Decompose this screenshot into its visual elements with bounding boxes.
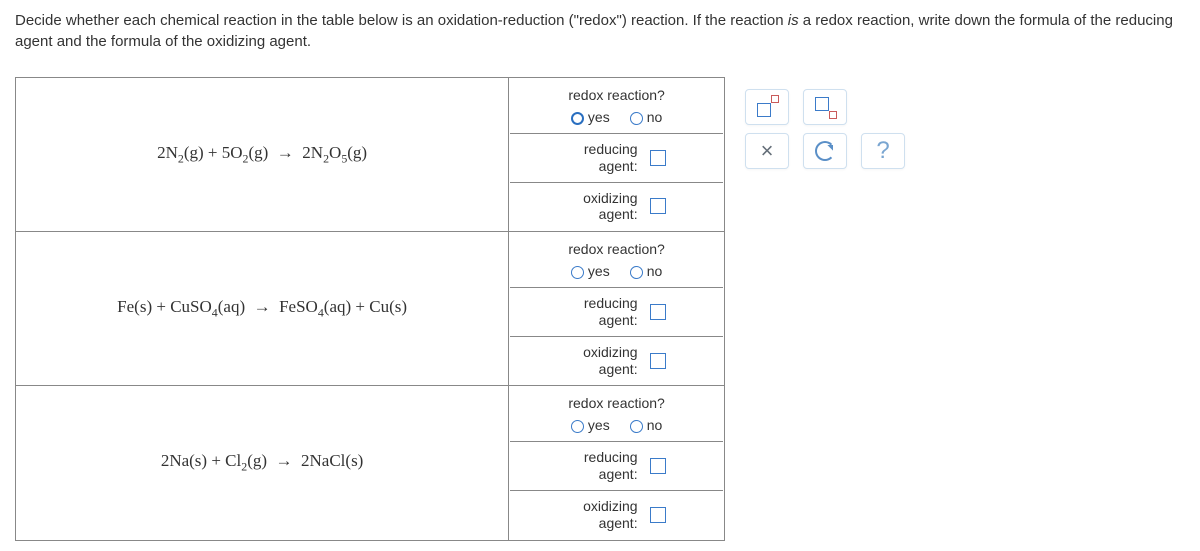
yes-label: yes bbox=[588, 417, 610, 433]
toolbox: × ? bbox=[745, 89, 905, 169]
no-label: no bbox=[647, 263, 663, 279]
x-icon: × bbox=[761, 138, 774, 164]
reducing-agent-label: reducing agent: bbox=[568, 141, 638, 175]
reset-button[interactable] bbox=[803, 133, 847, 169]
redox-question-label: redox reaction? bbox=[510, 387, 723, 413]
yes-no-row: yes no bbox=[510, 413, 723, 442]
oxidizing-agent-input[interactable] bbox=[650, 198, 666, 214]
oxidizing-agent-label: oxidizing agent: bbox=[568, 344, 638, 378]
subscript-button[interactable] bbox=[803, 89, 847, 125]
no-radio[interactable] bbox=[630, 112, 643, 125]
reducing-agent-row: reducing agent: bbox=[511, 443, 722, 489]
yes-option[interactable]: yes bbox=[571, 109, 610, 125]
instructions-text: Decide whether each chemical reaction in… bbox=[15, 10, 1185, 52]
redox-question-label: redox reaction? bbox=[510, 79, 723, 105]
reducing-agent-input[interactable] bbox=[650, 304, 666, 320]
yes-no-row: yes no bbox=[510, 105, 723, 134]
no-radio[interactable] bbox=[630, 266, 643, 279]
clear-button[interactable]: × bbox=[745, 133, 789, 169]
yes-label: yes bbox=[588, 109, 610, 125]
superscript-icon bbox=[757, 97, 777, 117]
help-button[interactable]: ? bbox=[861, 133, 905, 169]
reactions-table: 2N2(g) + 5O2(g) → 2N2O5(g)redox reaction… bbox=[15, 77, 725, 541]
subscript-icon bbox=[815, 97, 835, 117]
oxidizing-agent-row: oxidizing agent: bbox=[511, 338, 722, 384]
oxidizing-agent-label: oxidizing agent: bbox=[568, 498, 638, 532]
equation-cell: Fe(s) + CuSO4(aq) → FeSO4(aq) + Cu(s) bbox=[16, 232, 509, 386]
oxidizing-agent-row: oxidizing agent: bbox=[511, 184, 722, 230]
no-option[interactable]: no bbox=[630, 263, 663, 279]
reset-icon bbox=[815, 141, 835, 161]
reducing-agent-row: reducing agent: bbox=[511, 135, 722, 181]
instructions-pre: Decide whether each chemical reaction in… bbox=[15, 12, 788, 29]
reducing-agent-label: reducing agent: bbox=[568, 295, 638, 329]
instructions-em: is bbox=[788, 12, 799, 29]
reducing-agent-input[interactable] bbox=[650, 150, 666, 166]
oxidizing-agent-input[interactable] bbox=[650, 353, 666, 369]
yes-label: yes bbox=[588, 263, 610, 279]
reducing-agent-label: reducing agent: bbox=[568, 449, 638, 483]
oxidizing-agent-row: oxidizing agent: bbox=[511, 492, 722, 538]
oxidizing-agent-input[interactable] bbox=[650, 507, 666, 523]
yes-option[interactable]: yes bbox=[571, 263, 610, 279]
redox-question-label: redox reaction? bbox=[510, 233, 723, 259]
yes-radio[interactable] bbox=[571, 420, 584, 433]
oxidizing-agent-label: oxidizing agent: bbox=[568, 190, 638, 224]
yes-radio[interactable] bbox=[571, 112, 584, 125]
no-radio[interactable] bbox=[630, 420, 643, 433]
answer-block: redox reaction? yes no reducing agent: oxidi… bbox=[509, 386, 725, 540]
no-option[interactable]: no bbox=[630, 109, 663, 125]
yes-no-row: yes no bbox=[510, 259, 723, 288]
superscript-button[interactable] bbox=[745, 89, 789, 125]
yes-radio[interactable] bbox=[571, 266, 584, 279]
help-icon: ? bbox=[876, 137, 889, 165]
reducing-agent-input[interactable] bbox=[650, 458, 666, 474]
no-label: no bbox=[647, 417, 663, 433]
answer-block: redox reaction? yes no reducing agent: oxidi… bbox=[509, 232, 725, 386]
equation-cell: 2N2(g) + 5O2(g) → 2N2O5(g) bbox=[16, 78, 509, 232]
answer-block: redox reaction? yes no reducing agent: oxidi… bbox=[509, 78, 725, 232]
no-label: no bbox=[647, 109, 663, 125]
reducing-agent-row: reducing agent: bbox=[511, 289, 722, 335]
yes-option[interactable]: yes bbox=[571, 417, 610, 433]
equation-cell: 2Na(s) + Cl2(g) → 2NaCl(s) bbox=[16, 386, 509, 540]
no-option[interactable]: no bbox=[630, 417, 663, 433]
